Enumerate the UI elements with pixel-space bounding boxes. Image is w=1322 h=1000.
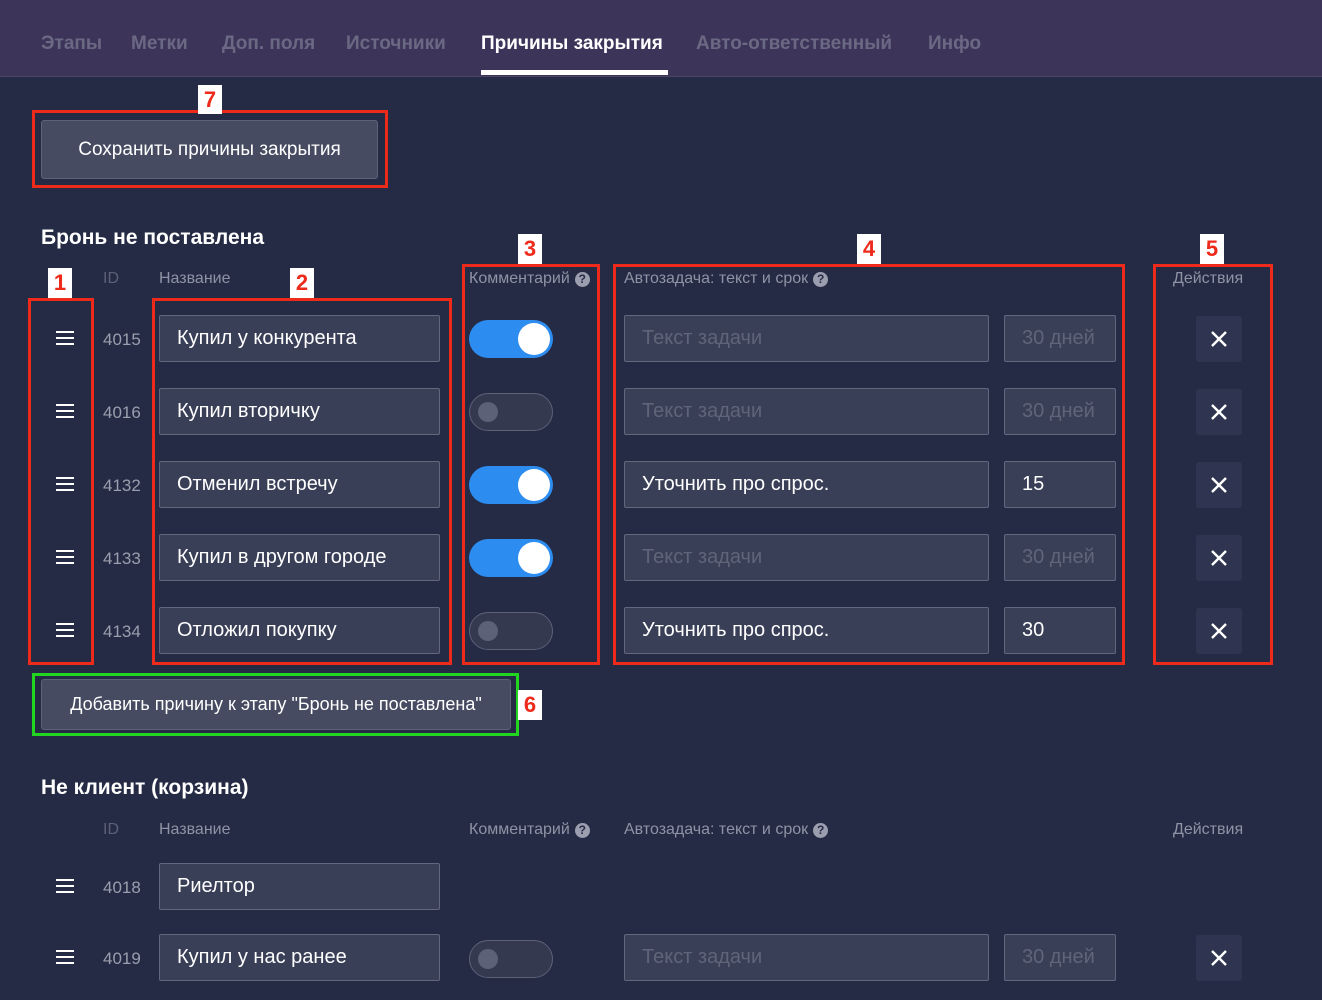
row-id: 4015: [103, 330, 141, 349]
tab-auto-responsible[interactable]: Авто-ответственный: [696, 33, 892, 55]
tab-close-reasons[interactable]: Причины закрытия: [481, 33, 663, 55]
column-header-id: ID: [103, 821, 119, 838]
help-icon[interactable]: ?: [574, 822, 590, 838]
section-title: Бронь не поставлена: [41, 226, 264, 249]
tab-tags[interactable]: Метки: [131, 33, 188, 55]
reason-name-input[interactable]: Купил у нас ранее: [159, 934, 440, 981]
annotation-box-3: [462, 264, 600, 665]
row-id: 4019: [103, 949, 141, 968]
comment-toggle[interactable]: [469, 940, 553, 978]
drag-handle-icon[interactable]: [43, 935, 87, 979]
column-header-actions: Действия: [1173, 821, 1244, 838]
annotation-marker-4: 4: [857, 234, 881, 264]
row-id: 4018: [103, 878, 141, 897]
column-header-comment: Комментарий?: [469, 821, 590, 839]
annotation-box-1: [28, 298, 94, 665]
annotation-box-4: [613, 264, 1125, 665]
close-icon: [1211, 950, 1227, 966]
delete-button[interactable]: [1196, 935, 1242, 981]
task-days-input[interactable]: 30 дней: [1004, 934, 1116, 981]
column-header-name: Название: [159, 270, 231, 287]
drag-handle-icon[interactable]: [43, 864, 87, 908]
column-header-autotask: Автозадача: текст и срок?: [624, 821, 829, 839]
section-title: Не клиент (корзина): [41, 776, 249, 799]
tab-sources[interactable]: Источники: [346, 33, 446, 55]
reason-name-input[interactable]: Риелтор: [159, 863, 440, 910]
help-icon[interactable]: ?: [813, 822, 829, 838]
annotation-marker-2: 2: [290, 268, 314, 298]
annotation-marker-3: 3: [518, 234, 542, 264]
annotation-marker-1: 1: [48, 268, 72, 298]
row-id: 4016: [103, 403, 141, 422]
active-tab-underline: [481, 70, 668, 75]
annotation-box-6: [32, 673, 519, 736]
column-header-name: Название: [159, 821, 231, 838]
annotation-box-7: [32, 110, 388, 188]
annotation-box-5: [1153, 264, 1273, 665]
tab-extra-fields[interactable]: Доп. поля: [222, 33, 315, 55]
task-text-input[interactable]: Текст задачи: [624, 934, 989, 981]
annotation-marker-6: 6: [518, 690, 542, 720]
annotation-marker-7: 7: [198, 85, 222, 114]
annotation-marker-5: 5: [1200, 234, 1224, 264]
tab-stages[interactable]: Этапы: [41, 33, 102, 55]
row-id: 4133: [103, 549, 141, 568]
annotation-box-2: [152, 298, 452, 665]
column-header-id: ID: [103, 270, 119, 287]
tab-info[interactable]: Инфо: [928, 33, 981, 55]
row-id: 4132: [103, 476, 141, 495]
top-nav: Этапы Метки Доп. поля Источники Причины …: [0, 0, 1322, 77]
row-id: 4134: [103, 622, 141, 641]
